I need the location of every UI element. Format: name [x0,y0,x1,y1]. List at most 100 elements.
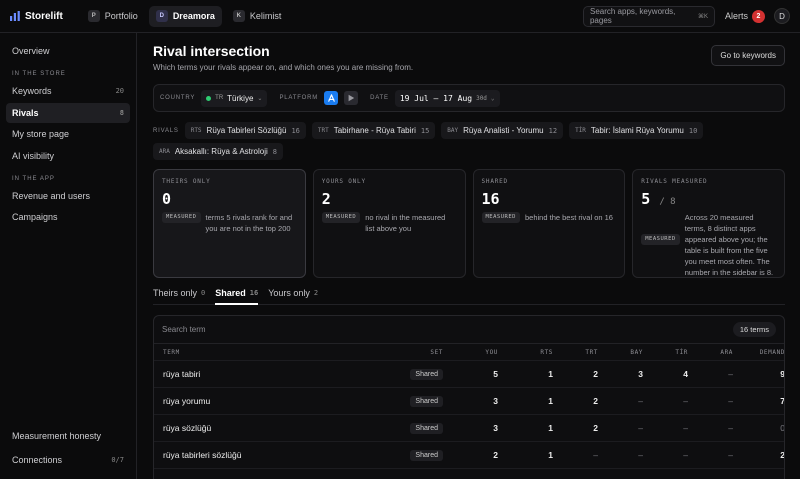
rival-chip-rts[interactable]: RTS Rüya Tabirleri Sözlüğü 16 [184,122,306,139]
sidebar-item-label: Campaigns [12,212,58,222]
trt-rank-cell: 2 [593,396,598,406]
sidebar-item-my-store-page[interactable]: My store page [6,124,130,144]
term-search-input[interactable]: Search term [162,325,206,334]
rival-code: TRT [317,127,329,134]
column-header-ti̇r[interactable]: TİR [643,349,688,356]
card-value: 0 [162,190,172,208]
column-header-rts[interactable]: RTS [498,349,553,356]
rival-chip-bay[interactable]: BAY Rüya Analisti - Yorumu 12 [441,122,564,139]
card-value-row: 16 [482,190,617,208]
tab-label: Yours only [268,288,310,298]
demand-rank-cell: 9 [780,369,785,379]
rival-term-count: 8 [272,147,277,156]
summary-card-theirs-only[interactable]: THEIRS ONLY 0 MEASURED terms 5 rivals rank … [153,169,306,278]
sidebar-section-store: IN THE STORE [12,71,66,77]
app-tab-dreamora[interactable]: D Dreamora [148,5,222,27]
card-description-row: MEASURED no rival in the measured list ab… [321,212,457,234]
rival-name: Rüya Tabirleri Sözlüğü [206,126,287,135]
sidebar-item-revenue-and-users[interactable]: Revenue and users [6,186,130,206]
sidebar-item-label: Keywords [12,86,52,96]
sidebar-item-rivals[interactable]: Rivals 8 [6,102,130,123]
terms-table: Search term 16 terms TERM SET YOU RTS TRT BAY… [153,315,785,479]
rivals-row: RIVALS RTS Rüya Tabirleri Sözlüğü 16 TRT Tab… [153,122,793,160]
sidebar-item-connections[interactable]: Connections 0/7 [6,449,130,471]
table-row[interactable]: rüya sözlüğü Shared 3 1 2 – – – 0 [154,415,784,442]
sidebar-item-count: 0/7 [111,455,124,464]
card-value-row: 0 [162,190,297,208]
column-header-set[interactable]: SET [363,349,443,356]
app-tab-portfolio[interactable]: P Portfolio [81,6,145,27]
app-tab-kelimist[interactable]: K Kelimist [226,6,289,27]
term-cell: rüya sözlüğü [163,423,212,433]
column-header-you[interactable]: YOU [443,349,498,356]
table-row[interactable]: rüya yorumu Shared 3 1 2 – – – 7 [154,388,784,415]
card-description: Across 20 measured terms, 8 distinct app… [684,213,774,277]
summary-card-yours-only[interactable]: YOURS ONLY 2 MEASURED no rival in the measu… [312,169,466,278]
alerts-button[interactable]: Alerts 2 [724,9,765,23]
card-value: 2 [321,190,331,208]
set-badge: Shared [410,368,443,380]
tab-label: Theirs only [153,288,198,298]
table-row[interactable]: rüya tabiri Shared 5 1 2 3 4 – 9 [154,361,784,388]
sidebar-item-keywords[interactable]: Keywords 20 [6,81,130,101]
column-header-term[interactable]: TERM [163,349,363,356]
table-search-bar: Search term 16 terms [154,316,784,344]
rival-code: BAY [447,127,459,134]
column-header-demand[interactable]: DEMAND [733,349,784,356]
go-to-keywords-button[interactable]: Go to keywords [711,45,785,66]
global-search[interactable]: Search apps, keywords, pages ⌘K [582,5,715,27]
column-header-trt[interactable]: TRT [553,349,598,356]
status-dot-icon [206,95,212,101]
app-tab-label: Kelimist [249,11,282,21]
app-logo[interactable]: Storelift [10,11,63,22]
column-header-bay[interactable]: BAY [598,349,643,356]
tab-yours-only[interactable]: Yours only 2 [268,285,318,304]
ara-rank-cell: – [728,423,733,433]
measured-badge: MEASURED [321,212,361,223]
tir-rank-cell: – [683,450,688,460]
page-title: Rival intersection [153,43,270,59]
app-store-icon[interactable] [324,91,339,105]
summary-card-shared[interactable]: SHARED 16 MEASURED behind the best rival on… [472,169,626,278]
term-cell: rüya tabirleri sözlüğü [163,450,242,460]
rival-name: Tabirhane - Rüya Tabiri [333,126,416,135]
top-bar: Storelift P Portfolio D Dreamora K Kelimist S… [0,0,800,33]
rival-code: ARA [159,148,170,155]
bay-rank-cell: – [638,396,643,406]
tab-shared[interactable]: Shared 16 [215,285,259,305]
sidebar-section-app: IN THE APP [12,175,55,182]
card-label: SHARED [481,178,508,185]
tab-theirs-only[interactable]: Theirs only 0 [153,285,205,304]
sidebar-item-measurement-honesty[interactable]: Measurement honesty [6,425,130,447]
country-select[interactable]: TR Türkiye ⌄ [201,89,268,107]
card-label: YOURS ONLY [321,178,366,185]
rival-term-count: 15 [420,126,430,135]
search-placeholder: Search apps, keywords, pages [589,7,676,25]
trt-rank-cell: 2 [593,423,598,433]
app-initial-icon: D [155,10,168,22]
table-row[interactable]: rüya tabirleri sözlüğü Shared 2 1 – – – – 2 [154,442,784,469]
sidebar-item-overview[interactable]: Overview [6,41,130,61]
date-range-select[interactable]: 19 Jul – 17 Aug 30d ⌄ [394,89,500,107]
play-store-icon[interactable] [344,91,359,105]
rival-term-count: 16 [291,126,300,135]
rts-rank-cell: 1 [548,450,553,460]
alerts-label: Alerts [724,11,748,21]
search-shortcut: ⌘K [697,13,708,20]
tab-count: 16 [249,289,259,297]
rival-chip-ara[interactable]: ARA Aksakallı: Rüya & Astroloji 8 [153,143,283,160]
avatar[interactable]: D [774,8,790,24]
card-value: 16 [481,190,500,208]
main-content: Rival intersection Which terms your riva… [138,33,800,479]
card-description-row: MEASURED terms 5 rivals rank for and you … [162,212,297,234]
card-value-row: 5 / 8 [641,190,776,208]
summary-card-rivals-measured[interactable]: RIVALS MEASURED 5 / 8 MEASURED Across 20 me… [632,169,785,278]
column-header-ara[interactable]: ARA [688,349,733,356]
rts-rank-cell: 1 [548,369,553,379]
sidebar-item-ai-visibility[interactable]: AI visibility [6,146,130,166]
bay-rank-cell: – [638,450,643,460]
rival-chip-trt[interactable]: TRT Tabirhane - Rüya Tabiri 15 [311,122,436,139]
term-count-badge: 16 terms [732,322,776,337]
sidebar-item-campaigns[interactable]: Campaigns [6,207,130,227]
rival-chip-ti̇r[interactable]: TİR Tabir: İslami Rüya Yorumu 10 [569,122,704,139]
